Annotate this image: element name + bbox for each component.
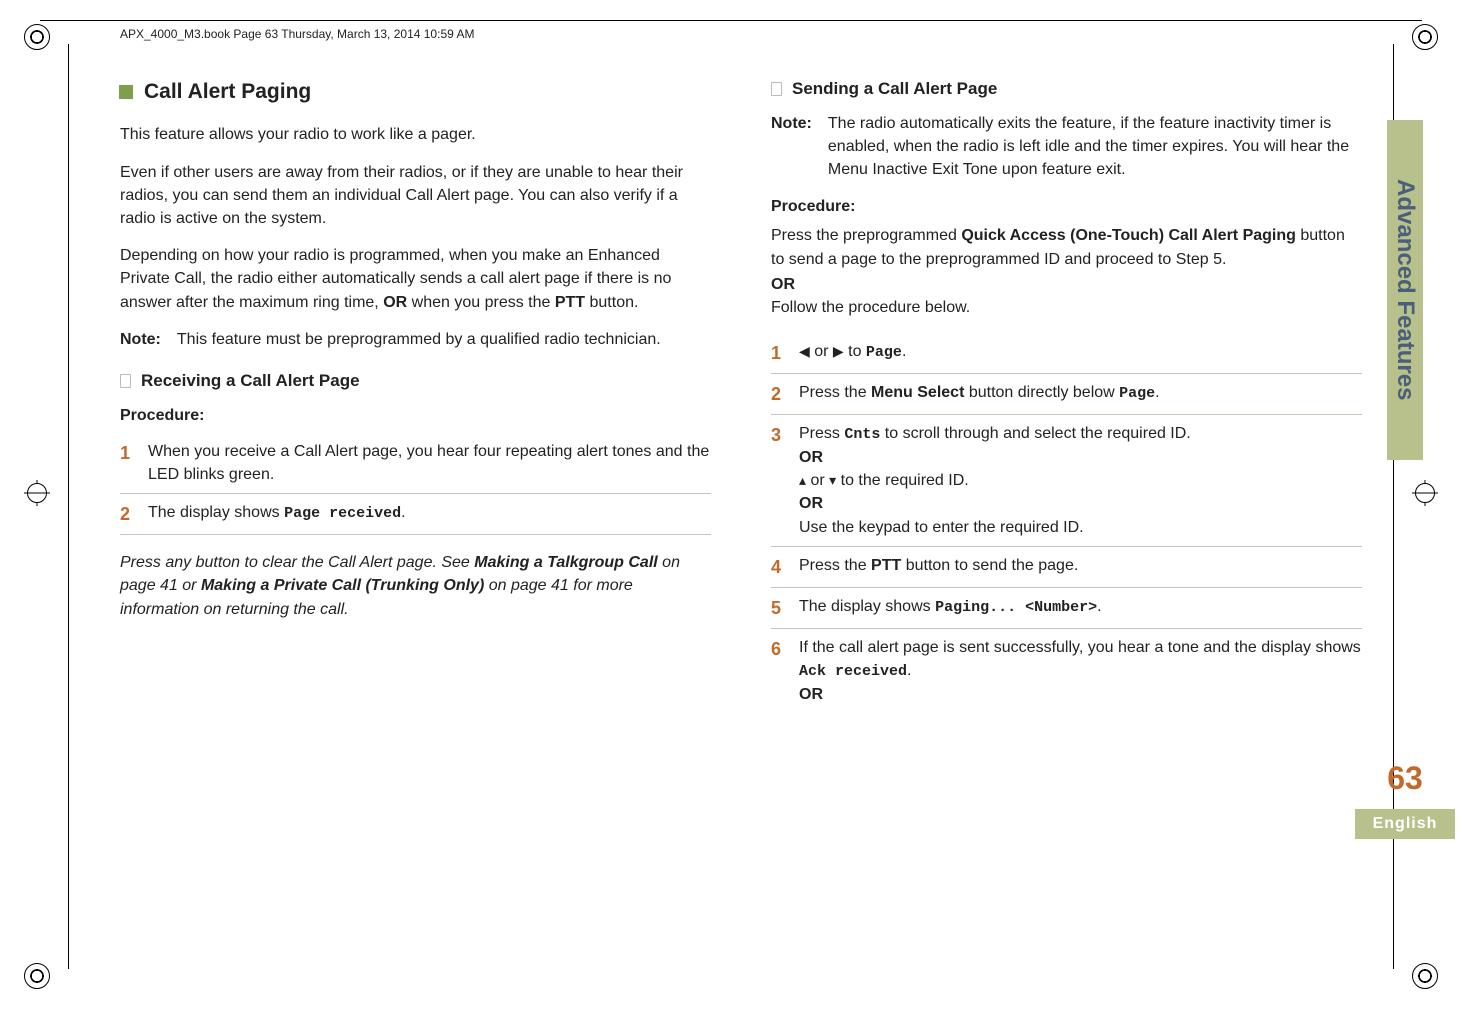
crop-mark-icon (1412, 24, 1438, 50)
step-number: 3 (771, 422, 785, 539)
note-block: Note: This feature must be preprogrammed… (120, 328, 711, 351)
list-item: 2 The display shows Page received. (120, 494, 711, 535)
list-item: 2 Press the Menu Select button directly … (771, 374, 1362, 415)
left-arrow-icon: ◀ (799, 343, 810, 359)
section-tab: Advanced Features (1387, 120, 1423, 460)
body-text: Press the preprogrammed Quick Access (On… (771, 224, 1362, 270)
page-header: APX_4000_M3.book Page 63 Thursday, March… (120, 27, 1422, 41)
body-text: Depending on how your radio is programme… (120, 244, 711, 314)
step-number: 1 (120, 440, 134, 486)
body-text-italic: Press any button to clear the Call Alert… (120, 551, 711, 621)
right-column: Sending a Call Alert Page Note: The radi… (771, 77, 1362, 713)
step-text: When you receive a Call Alert page, you … (148, 440, 711, 486)
body-text: Follow the procedure below. (771, 296, 1362, 319)
step-text: If the call alert page is sent successfu… (799, 636, 1362, 706)
note-label: Note: (771, 112, 812, 182)
step-number: 2 (120, 501, 134, 527)
page-number: 63 (1387, 760, 1423, 797)
crop-mark-icon (24, 24, 50, 50)
crop-mark-icon (24, 963, 50, 989)
step-text: ◀ or ▶ to Page. (799, 340, 1362, 366)
procedure-label: Procedure: (120, 404, 711, 427)
crop-mark-icon (1412, 963, 1438, 989)
right-arrow-icon: ▶ (833, 343, 844, 359)
step-list: 1 ◀ or ▶ to Page. 2 Press the Menu Selec… (771, 333, 1362, 713)
registration-mark-icon (24, 480, 50, 506)
step-text: The display shows Page received. (148, 501, 711, 527)
page-icon (771, 82, 782, 96)
body-text: Even if other users are away from their … (120, 161, 711, 231)
list-item: 4 Press the PTT button to send the page. (771, 547, 1362, 588)
sidebar: Advanced Features 63 English (1384, 120, 1426, 839)
language-label: English (1355, 809, 1456, 839)
step-number: 4 (771, 554, 785, 580)
step-number: 6 (771, 636, 785, 706)
step-number: 2 (771, 381, 785, 407)
step-text: Press the Menu Select button directly be… (799, 381, 1362, 407)
list-item: 1 When you receive a Call Alert page, yo… (120, 433, 711, 494)
section-bullet-icon (120, 86, 132, 98)
step-text: The display shows Paging... <Number>. (799, 595, 1362, 621)
note-label: Note: (120, 328, 161, 351)
note-text: This feature must be preprogrammed by a … (177, 328, 661, 351)
note-text: The radio automatically exits the featur… (828, 112, 1362, 182)
up-arrow-icon: ▴ (799, 472, 806, 488)
subsection-title: Receiving a Call Alert Page (141, 369, 360, 394)
page-icon (120, 374, 131, 388)
step-number: 5 (771, 595, 785, 621)
list-item: 1 ◀ or ▶ to Page. (771, 333, 1362, 374)
list-item: 6 If the call alert page is sent success… (771, 629, 1362, 713)
section-title: Call Alert Paging (144, 77, 311, 107)
step-text: Press Cnts to scroll through and select … (799, 422, 1362, 539)
procedure-label: Procedure: (771, 195, 1362, 218)
list-item: 3 Press Cnts to scroll through and selec… (771, 415, 1362, 547)
subsection-title: Sending a Call Alert Page (792, 77, 997, 102)
body-text: This feature allows your radio to work l… (120, 123, 711, 146)
or-text: OR (771, 273, 1362, 296)
step-number: 1 (771, 340, 785, 366)
list-item: 5 The display shows Paging... <Number>. (771, 588, 1362, 629)
step-text: Press the PTT button to send the page. (799, 554, 1362, 580)
header-divider (40, 20, 1422, 21)
left-column: Call Alert Paging This feature allows yo… (120, 77, 711, 713)
step-list: 1 When you receive a Call Alert page, yo… (120, 433, 711, 535)
note-block: Note: The radio automatically exits the … (771, 112, 1362, 182)
